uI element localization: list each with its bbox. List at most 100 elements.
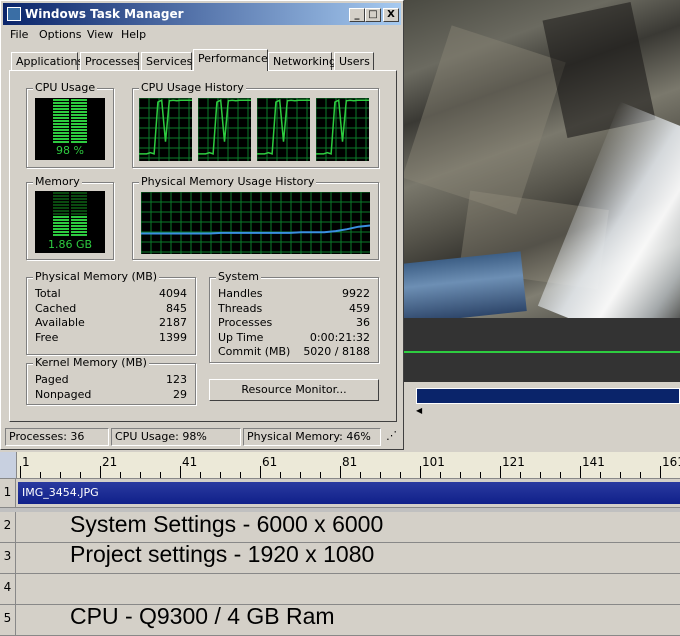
scroll-left-arrow-icon[interactable]: ◀ — [416, 406, 422, 415]
ruler-tick — [460, 472, 461, 478]
memory-meter-segment — [53, 234, 69, 236]
ruler-tick — [60, 472, 61, 478]
ruler-tick — [400, 472, 401, 478]
memory-group: Memory 1.86 GB — [26, 175, 114, 260]
menu-options[interactable]: Options — [39, 28, 81, 41]
cpu-history-graph-core-4 — [316, 98, 369, 161]
ruler-tick — [260, 466, 261, 478]
track-4[interactable]: 4 — [0, 574, 680, 605]
memory-meter-segment — [71, 231, 87, 233]
cpu-history-group: CPU Usage History — [132, 81, 379, 168]
memory-meter-segment — [53, 198, 69, 200]
timeline: 121416181101121141161 1 IMG_3454.JPG 2 S… — [0, 422, 680, 636]
resource-monitor-button[interactable]: Resource Monitor... — [209, 379, 379, 401]
menu-help[interactable]: Help — [121, 28, 146, 41]
ruler-tick — [620, 472, 621, 478]
ruler-tick — [80, 472, 81, 478]
cpu-meter-segment — [53, 129, 69, 131]
ruler-tick — [120, 472, 121, 478]
tab-processes[interactable]: Processes — [80, 52, 139, 70]
minimize-button[interactable]: _ — [349, 8, 365, 22]
memory-meter-segment — [71, 192, 87, 194]
memory-meter-segment — [71, 219, 87, 221]
ruler-tick — [420, 466, 421, 478]
physical-memory-label: Physical Memory (MB) — [33, 270, 160, 283]
track-3[interactable]: 3 Project settings - 1920 x 1080 — [0, 541, 680, 574]
track-number: 1 — [0, 479, 16, 507]
ruler-label: 101 — [422, 455, 445, 469]
tab-networking[interactable]: Networking — [268, 52, 336, 70]
memory-value: 1.86 GB — [47, 238, 93, 251]
menu-view[interactable]: View — [87, 28, 113, 41]
maximize-button[interactable]: □ — [365, 8, 381, 22]
track-number: 4 — [0, 574, 16, 604]
scroll-thumb[interactable] — [416, 388, 680, 404]
ruler-tick — [580, 466, 581, 478]
cpu-meter-segment — [71, 120, 87, 122]
ruler-tick — [340, 466, 341, 478]
memory-history-label: Physical Memory Usage History — [139, 175, 317, 188]
ruler-tick — [240, 472, 241, 478]
tab-performance[interactable]: Performance — [193, 49, 268, 71]
ruler-tick — [160, 472, 161, 478]
ruler-tick — [20, 466, 21, 478]
menu-file[interactable]: File — [10, 28, 28, 41]
cpu-meter-segment — [53, 114, 69, 116]
status-memory: Physical Memory: 46% — [243, 428, 381, 446]
tab-users[interactable]: Users — [334, 52, 374, 70]
memory-meter-segment — [53, 204, 69, 206]
cpu-meter-segment — [53, 141, 69, 143]
title-bar[interactable]: Windows Task Manager _ □ X — [3, 3, 401, 25]
resize-grip-icon[interactable]: ⋰ — [383, 428, 399, 446]
tab-services[interactable]: Services — [141, 52, 192, 70]
ruler-tick — [100, 466, 101, 478]
ruler-label: 21 — [102, 455, 118, 469]
cpu-meter-segment — [71, 126, 87, 128]
ruler-tick — [380, 472, 381, 478]
kernel-memory-label: Kernel Memory (MB) — [33, 356, 149, 369]
memory-meter-segment — [71, 204, 87, 206]
track-2[interactable]: 2 System Settings - 6000 x 6000 — [0, 511, 680, 543]
ruler-marker-icon — [0, 452, 17, 478]
cpu-history-graph-core-1 — [139, 98, 192, 161]
ruler-tick — [500, 466, 501, 478]
close-button[interactable]: X — [383, 8, 399, 22]
ruler-tick — [300, 472, 301, 478]
cpu-meter-segment — [71, 129, 87, 131]
cpu-meter-segment — [71, 132, 87, 134]
memory-meter-segment — [71, 201, 87, 203]
preview-strip — [404, 318, 680, 382]
track-5[interactable]: 5 CPU - Q9300 / 4 GB Ram — [0, 603, 680, 636]
ruler-tick — [440, 472, 441, 478]
stat-paged: Paged 123 — [35, 373, 187, 386]
timeline-ruler[interactable]: 121416181101121141161 — [0, 452, 680, 479]
cpu-meter-segment — [53, 120, 69, 122]
memory-label: Memory — [33, 175, 82, 188]
track-1[interactable]: 1 IMG_3454.JPG — [0, 479, 680, 508]
stat-handles: Handles 9922 — [218, 287, 370, 300]
stat-processes: Processes 36 — [218, 316, 370, 329]
cpu-meter-segment — [53, 123, 69, 125]
cpu-meter-segment — [53, 99, 69, 101]
cpu-usage-label: CPU Usage — [33, 81, 98, 94]
cpu-meter-segment — [71, 135, 87, 137]
system-group: System Handles 9922 Threads 459 Processes 3… — [209, 270, 379, 363]
cpu-meter-segment — [53, 111, 69, 113]
ruler-tick — [480, 472, 481, 478]
status-bar: Processes: 36 CPU Usage: 98% Physical Me… — [3, 428, 401, 448]
status-cpu: CPU Usage: 98% — [111, 428, 241, 446]
memory-meter-segment — [53, 207, 69, 209]
tab-strip: Applications Processes Services Performa… — [9, 49, 399, 71]
ruler-tick — [220, 472, 221, 478]
kernel-memory-group: Kernel Memory (MB) Paged 123 Nonpaged 29 — [26, 356, 196, 405]
memory-meter-segment — [71, 234, 87, 236]
background-photo — [404, 0, 680, 318]
cpu-meter-segment — [71, 105, 87, 107]
memory-meter-segment — [53, 228, 69, 230]
clip-img-3454[interactable]: IMG_3454.JPG — [18, 482, 680, 504]
tab-applications[interactable]: Applications — [11, 52, 83, 70]
ruler-tick — [180, 466, 181, 478]
stat-total: Total 4094 — [35, 287, 187, 300]
preview-scrollbar[interactable]: ◀ — [404, 382, 680, 422]
memory-meter-segment — [53, 192, 69, 194]
